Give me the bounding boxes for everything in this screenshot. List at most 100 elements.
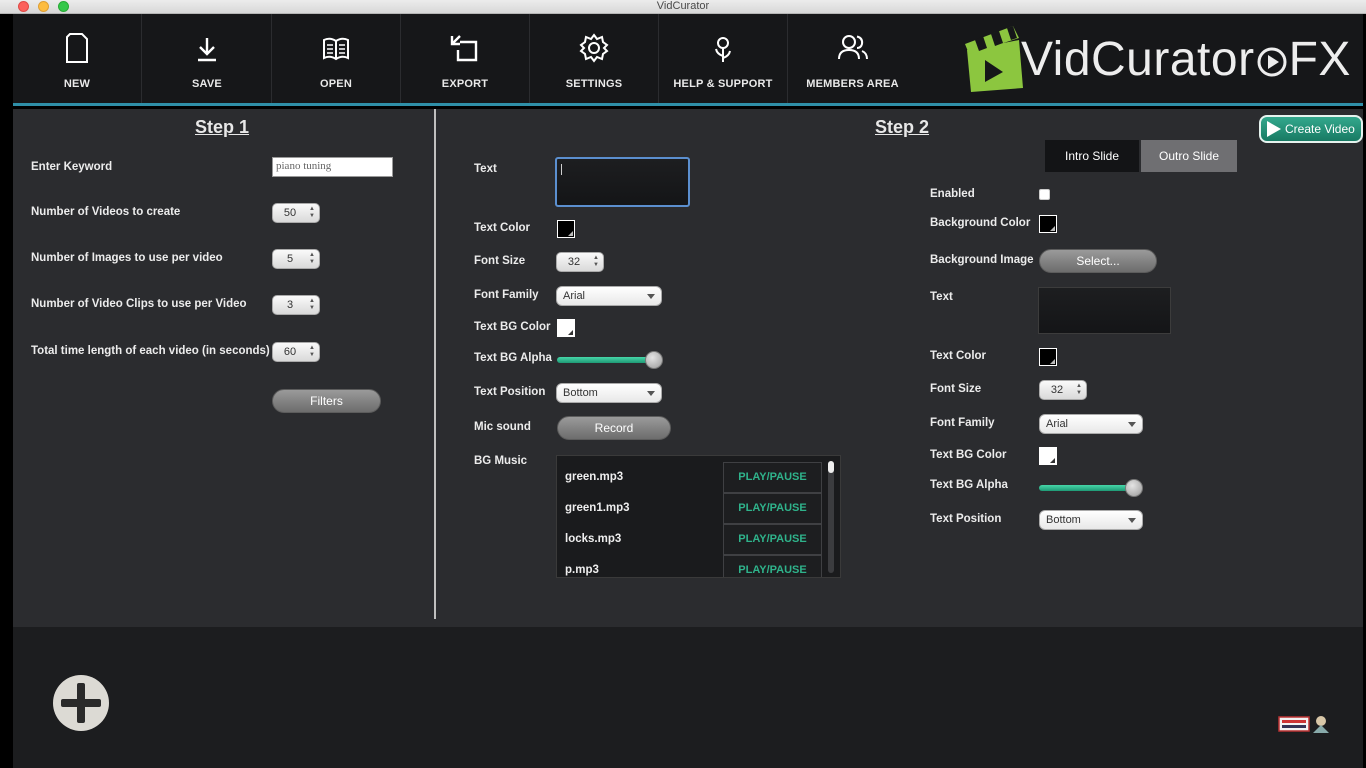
text-bg-color-swatch[interactable] xyxy=(557,319,575,337)
new-label: NEW xyxy=(63,78,91,90)
chevron-down-icon xyxy=(1128,518,1136,523)
stepper-arrows-icon[interactable]: ▲ ▼ xyxy=(307,298,317,312)
settings-label: SETTINGS xyxy=(565,78,623,90)
slider-handle[interactable] xyxy=(1125,479,1143,497)
images-count-stepper[interactable]: 5 ▲ ▼ xyxy=(272,249,320,269)
download-icon xyxy=(143,32,271,66)
book-icon xyxy=(272,32,400,66)
watermark-logo-icon xyxy=(1278,716,1329,733)
vidcurator-logo: VidCurator FX xyxy=(963,24,1363,96)
enabled-checkbox[interactable] xyxy=(1039,189,1050,200)
videos-count-stepper[interactable]: 50 ▲ ▼ xyxy=(272,203,320,223)
text-position-select[interactable]: Bottom xyxy=(556,383,662,403)
filters-button[interactable]: Filters xyxy=(272,389,381,413)
outro-text-bg-color-label: Text BG Color xyxy=(930,449,1007,461)
outro-text-position-select[interactable]: Bottom xyxy=(1039,510,1143,530)
outro-text-color-swatch[interactable] xyxy=(1039,348,1057,366)
save-label: SAVE xyxy=(192,78,222,90)
bottom-panel xyxy=(13,627,1363,768)
members-area-button[interactable]: MEMBERS AREA xyxy=(788,14,917,103)
outro-text-bg-color-swatch[interactable] xyxy=(1039,447,1057,465)
videos-count-label: Number of Videos to create xyxy=(31,206,181,218)
list-item[interactable]: green1.mp3 PLAY/PAUSE xyxy=(557,493,822,524)
window-edge-left xyxy=(0,14,13,768)
clips-count-label: Number of Video Clips to use per Video xyxy=(31,298,247,310)
window-titlebar: VidCurator xyxy=(0,0,1366,14)
font-size-label: Font Size xyxy=(474,255,526,267)
step-divider xyxy=(434,109,436,619)
stepper-arrows-icon[interactable]: ▲ ▼ xyxy=(591,255,601,269)
slider-handle[interactable] xyxy=(645,351,663,369)
text-position-label: Text Position xyxy=(474,386,546,398)
keyword-input[interactable]: piano tuning xyxy=(272,157,393,177)
text-label: Text xyxy=(474,163,497,175)
clips-count-stepper[interactable]: 3 ▲ ▼ xyxy=(272,295,320,315)
logo-text: VidCurator FX xyxy=(1021,32,1351,87)
logo-text-main: VidCurator xyxy=(1021,33,1255,86)
outro-font-family-select[interactable]: Arial xyxy=(1039,414,1143,434)
create-video-button[interactable]: Create Video xyxy=(1259,115,1363,143)
list-item[interactable]: p.mp3 PLAY/PAUSE xyxy=(557,555,822,577)
stepper-arrows-icon[interactable]: ▲ ▼ xyxy=(307,252,317,266)
settings-button[interactable]: SETTINGS xyxy=(530,14,659,103)
music-file-name: locks.mp3 xyxy=(565,533,622,545)
time-length-label: Total time length of each video (in seco… xyxy=(31,345,270,357)
background-color-swatch[interactable] xyxy=(1039,215,1057,233)
flower-icon xyxy=(659,32,787,66)
play-pause-button[interactable]: PLAY/PAUSE xyxy=(723,493,822,524)
clapperboard-logo-icon xyxy=(965,26,1023,92)
font-family-select[interactable]: Arial xyxy=(556,286,662,306)
slide-tabs: Intro Slide Outro Slide xyxy=(1045,140,1237,172)
list-item[interactable]: green.mp3 PLAY/PAUSE xyxy=(557,462,822,493)
font-size-stepper[interactable]: 32 ▲ ▼ xyxy=(556,252,604,272)
outro-font-size-value: 32 xyxy=(1050,384,1064,396)
new-button[interactable]: NEW xyxy=(13,14,142,103)
export-button[interactable]: EXPORT xyxy=(401,14,530,103)
scrollbar-thumb[interactable] xyxy=(828,461,834,473)
open-label: OPEN xyxy=(320,78,352,90)
export-label: EXPORT xyxy=(441,78,489,90)
step2-title: Step 2 xyxy=(875,117,930,137)
outro-text-position-value: Bottom xyxy=(1046,514,1081,526)
chevron-down-icon xyxy=(647,391,655,396)
play-pause-button[interactable]: PLAY/PAUSE xyxy=(723,555,822,577)
text-position-value: Bottom xyxy=(563,387,598,399)
help-support-label: HELP & SUPPORT xyxy=(673,78,773,90)
add-icon[interactable] xyxy=(53,675,109,731)
list-item[interactable]: locks.mp3 PLAY/PAUSE xyxy=(557,524,822,555)
logo-play-icon xyxy=(1257,47,1287,77)
play-icon xyxy=(1267,121,1281,137)
enabled-label: Enabled xyxy=(930,188,975,200)
stepper-arrows-icon[interactable]: ▲ ▼ xyxy=(1074,383,1084,397)
time-length-stepper[interactable]: 60 ▲ ▼ xyxy=(272,342,320,362)
background-image-label: Background Image xyxy=(930,254,1034,266)
help-support-button[interactable]: HELP & SUPPORT xyxy=(659,14,788,103)
window-title: VidCurator xyxy=(656,0,710,12)
tab-intro-slide[interactable]: Intro Slide xyxy=(1045,140,1139,172)
tab-outro-slide[interactable]: Outro Slide xyxy=(1141,140,1237,172)
play-pause-button[interactable]: PLAY/PAUSE xyxy=(723,524,822,555)
play-pause-button[interactable]: PLAY/PAUSE xyxy=(723,462,822,493)
save-button[interactable]: SAVE xyxy=(143,14,272,103)
record-button[interactable]: Record xyxy=(557,416,671,440)
outro-font-size-stepper[interactable]: 32 ▲ ▼ xyxy=(1039,380,1087,400)
text-color-swatch[interactable] xyxy=(557,220,575,238)
music-list-scrollbar[interactable] xyxy=(828,461,834,573)
outro-text-position-label: Text Position xyxy=(930,513,1002,525)
text-bg-alpha-label: Text BG Alpha xyxy=(474,352,552,364)
keyword-label: Enter Keyword xyxy=(31,161,113,173)
stepper-arrows-icon[interactable]: ▲ ▼ xyxy=(307,206,317,220)
main-toolbar: NEW SAVE OPEN EXPORT SETTINGS HELP & SUP… xyxy=(13,14,1363,106)
text-input[interactable] xyxy=(555,157,690,207)
bg-music-list[interactable]: green.mp3 PLAY/PAUSE green1.mp3 PLAY/PAU… xyxy=(556,455,841,578)
text-bg-alpha-slider[interactable] xyxy=(557,351,663,369)
outro-font-size-label: Font Size xyxy=(930,383,982,395)
outro-text-bg-alpha-slider[interactable] xyxy=(1039,479,1143,497)
open-button[interactable]: OPEN xyxy=(272,14,401,103)
step1-title: Step 1 xyxy=(195,117,250,137)
outro-text-input[interactable] xyxy=(1038,287,1171,334)
stepper-arrows-icon[interactable]: ▲ ▼ xyxy=(307,345,317,359)
select-image-button[interactable]: Select... xyxy=(1039,249,1157,273)
music-file-name: green.mp3 xyxy=(565,471,624,483)
outro-font-family-label: Font Family xyxy=(930,417,995,429)
